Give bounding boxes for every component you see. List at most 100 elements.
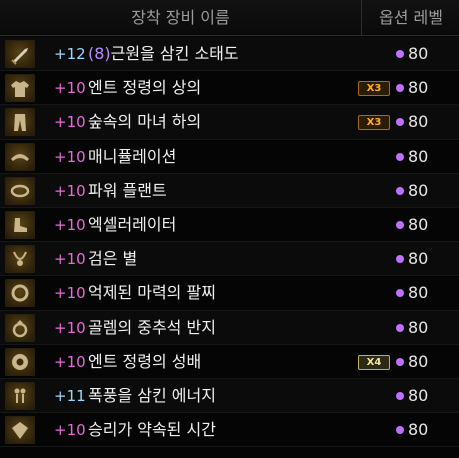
- enhance-level: +10: [54, 352, 86, 371]
- necklace-icon: [5, 245, 35, 274]
- option-level: 80: [396, 174, 428, 208]
- option-level: 80: [396, 105, 428, 139]
- option-dot-icon: [396, 186, 404, 195]
- enhance-level: +10: [54, 181, 86, 200]
- option-level: 80: [396, 37, 428, 71]
- option-level-value: 80: [408, 78, 429, 98]
- magic-stone-icon: [5, 416, 35, 445]
- enhance-level: +10: [54, 284, 86, 303]
- option-level-value: 80: [408, 180, 429, 200]
- item-name: 골렘의 중추석 반지: [88, 311, 216, 345]
- option-level: 80: [396, 413, 428, 447]
- option-level: 80: [396, 345, 428, 379]
- option-level: 80: [396, 379, 428, 413]
- option-level: 80: [396, 140, 428, 174]
- item-name: 매니퓰레이션: [88, 140, 176, 174]
- item-name-text: 엔트 정령의 성배: [88, 351, 202, 371]
- equipment-row[interactable]: +10 파워 플랜트 80: [0, 173, 459, 208]
- option-dot-icon: [396, 289, 404, 298]
- option-level-value: 80: [408, 44, 429, 63]
- option-dot-icon: [396, 152, 404, 161]
- item-name-text: 폭풍을 삼킨 에너지: [88, 385, 216, 405]
- option-dot-icon: [396, 255, 404, 264]
- pants-icon: [5, 108, 35, 137]
- option-dot-icon: [396, 357, 404, 366]
- shoulder-icon: [5, 142, 35, 171]
- item-name-text: 엑셀러레이터: [88, 214, 177, 234]
- equipment-row[interactable]: +12 (8)근원을 삼킨 소태도 80: [0, 37, 459, 72]
- item-name-text: 파워 플랜트: [88, 180, 167, 200]
- item-extra: (8): [88, 44, 111, 63]
- item-name-text: 숲속의 마녀 하의: [88, 112, 202, 132]
- option-level-column-header: 옵션 레벨: [379, 8, 443, 27]
- item-name: 엔트 정령의 성배: [88, 345, 201, 379]
- option-level: 80: [396, 276, 428, 310]
- item-name-text: 골렘의 중추석 반지: [88, 317, 216, 337]
- option-level-value: 80: [408, 351, 429, 371]
- ring-icon: [5, 313, 35, 342]
- bracelet-icon: [5, 279, 35, 308]
- enhance-level: +11: [54, 386, 86, 405]
- equipment-row[interactable]: +10 골렘의 중추석 반지 80: [0, 310, 459, 345]
- belt-icon: [5, 176, 35, 205]
- item-name: (8)근원을 삼킨 소태도: [88, 37, 239, 71]
- option-dot-icon: [396, 220, 404, 229]
- set-count-badge: X3: [358, 115, 390, 131]
- enhance-level: +10: [54, 421, 86, 440]
- option-level-value: 80: [408, 214, 429, 234]
- item-name: 파워 플랜트: [88, 174, 167, 208]
- equipment-row[interactable]: +10 승리가 약속된 시간 80: [0, 413, 459, 448]
- coat-icon: [5, 74, 35, 103]
- equipment-row[interactable]: +10 억제된 마력의 팔찌 80: [0, 276, 459, 311]
- equipment-row[interactable]: +10 검은 별 80: [0, 242, 459, 277]
- item-name-text: 근원을 삼킨 소태도: [110, 44, 239, 63]
- enhance-level: +10: [54, 79, 86, 98]
- equipment-list: +12 (8)근원을 삼킨 소태도 80 +10 엔트 정령의 상의 X3 80 +10 숲속의…: [0, 37, 459, 448]
- enhance-level: +10: [54, 250, 86, 269]
- item-name-text: 억제된 마력의 팔찌: [88, 283, 216, 303]
- equipment-row[interactable]: +10 엔트 정령의 상의 X3 80: [0, 71, 459, 106]
- enhance-level: +10: [54, 318, 86, 337]
- option-level-value: 80: [408, 146, 429, 166]
- option-level: 80: [396, 208, 428, 242]
- set-count-badge: X4: [358, 354, 390, 370]
- equipment-option-panel: 장착 장비 이름 옵션 레벨 +12 (8)근원을 삼킨 소태도 80 +10 엔트 정…: [0, 0, 459, 458]
- equipped-name-column-header: 장착 장비 이름: [0, 0, 362, 36]
- item-name: 엑셀러레이터: [88, 208, 176, 242]
- option-level: 80: [396, 311, 428, 345]
- item-name: 억제된 마력의 팔찌: [88, 276, 216, 310]
- enhance-level: +10: [54, 147, 86, 166]
- enhance-level: +12: [54, 45, 86, 63]
- equipment-row[interactable]: +10 엑셀러레이터 80: [0, 207, 459, 243]
- enhance-level: +10: [54, 215, 86, 234]
- item-name: 승리가 약속된 시간: [88, 413, 216, 447]
- option-level-value: 80: [408, 283, 429, 303]
- equipment-row[interactable]: +10 매니퓰레이션 80: [0, 139, 459, 174]
- option-dot-icon: [396, 84, 404, 93]
- option-dot-icon: [396, 118, 404, 127]
- support-icon: [5, 347, 35, 376]
- set-count-badge: X3: [358, 81, 390, 97]
- item-name: 숲속의 마녀 하의: [88, 105, 201, 139]
- option-level-value: 80: [408, 112, 429, 132]
- option-level-value: 80: [408, 420, 429, 440]
- earring-icon: [5, 381, 35, 410]
- enhance-level: +10: [54, 113, 86, 132]
- item-name: 엔트 정령의 상의: [88, 71, 201, 105]
- item-name: 폭풍을 삼킨 에너지: [88, 379, 216, 413]
- equipment-row[interactable]: +10 숲속의 마녀 하의 X3 80: [0, 105, 459, 140]
- sword-icon: [5, 40, 35, 68]
- shoes-icon: [5, 210, 35, 239]
- item-name-text: 검은 별: [88, 249, 138, 269]
- item-name-text: 매니퓰레이션: [88, 146, 177, 166]
- option-level-value: 80: [408, 249, 429, 269]
- table-header: 장착 장비 이름 옵션 레벨: [0, 0, 459, 36]
- item-name: 검은 별: [88, 242, 137, 276]
- option-level: 80: [396, 242, 428, 276]
- equipment-row[interactable]: +11 폭풍을 삼킨 에너지 80: [0, 378, 459, 414]
- option-dot-icon: [396, 50, 404, 58]
- item-name-text: 승리가 약속된 시간: [88, 420, 216, 440]
- equipment-row[interactable]: +10 엔트 정령의 성배 X4 80: [0, 344, 459, 379]
- option-dot-icon: [396, 426, 404, 435]
- option-level-value: 80: [408, 385, 429, 405]
